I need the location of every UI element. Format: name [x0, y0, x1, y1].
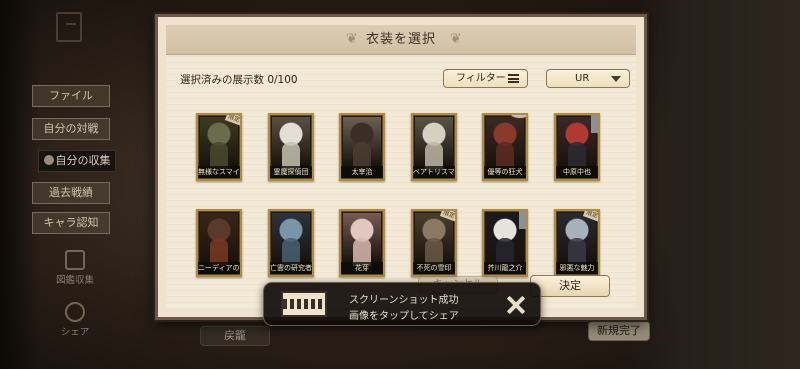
costume-card[interactable]: ベアトリスマリアンヌ	[411, 113, 457, 181]
costume-card[interactable]: 無様なスマイル限定	[196, 113, 242, 181]
close-icon[interactable]	[504, 293, 528, 317]
costume-card[interactable]: 霊魔探偵団	[268, 113, 314, 181]
book-icon	[65, 250, 85, 270]
background-back-button[interactable]: 戻籠	[200, 326, 270, 346]
costume-portrait	[272, 117, 310, 170]
display-count-label: 選択済みの展示数 0/100	[180, 74, 298, 86]
background-complete-button[interactable]: 新規完了	[588, 321, 650, 341]
costume-name: ニーディアの調査	[198, 262, 240, 274]
costume-name: ベアトリスマリアンヌ	[413, 166, 455, 178]
sidebar-item-my-matches[interactable]: 自分の対戦	[32, 118, 110, 140]
filter-button-label: フィルター	[456, 73, 506, 84]
chevron-down-icon	[611, 76, 621, 82]
costume-name: 無様なスマイル	[198, 166, 240, 178]
costume-portrait	[558, 213, 596, 266]
ribbon-badge-icon	[519, 211, 526, 229]
costume-name: 霊魔探偵団	[270, 166, 312, 178]
confirm-button[interactable]: 決定	[530, 275, 610, 297]
share-label: シェア	[60, 327, 90, 338]
filter-button[interactable]: フィルター	[443, 69, 528, 88]
costume-card[interactable]: 亡霊の研究者	[268, 209, 314, 277]
costume-portrait	[415, 213, 453, 266]
dialog-header: ❦ 衣装を選択 ❦	[166, 25, 636, 55]
background-right-panel	[630, 0, 800, 369]
costume-card[interactable]: 優等の狂犬	[482, 113, 528, 181]
costume-name: 不死の雪印	[413, 262, 455, 274]
list-icon	[508, 74, 519, 83]
costume-name: 亡霊の研究者	[270, 262, 312, 274]
costume-card[interactable]: ニーディアの調査	[196, 209, 242, 277]
screenshot-toast[interactable]: スクリーンショット成功 画像をタップしてシェア	[263, 282, 541, 326]
dialog-title: 衣装を選択	[365, 32, 436, 47]
screenshot-thumbnail[interactable]	[281, 291, 327, 317]
costume-name: 花芽	[341, 262, 383, 274]
sidebar-item-file[interactable]: ファイル	[32, 85, 110, 107]
share-tool[interactable]: シェア	[50, 302, 100, 338]
costume-portrait	[486, 117, 524, 170]
rarity-dropdown-value: UR	[575, 73, 590, 84]
costume-name: 優等の狂犬	[484, 166, 526, 178]
toast-hint: 画像をタップしてシェア	[349, 311, 459, 322]
costume-name: 太宰治	[341, 166, 383, 178]
costume-name: 芥川龍之介	[484, 262, 526, 274]
costume-card[interactable]: 不死の雪印 限定	[411, 209, 457, 277]
collection-book-label: 図鑑収集	[55, 275, 94, 286]
rarity-dropdown[interactable]: UR	[546, 69, 630, 88]
costume-card[interactable]: 太宰治	[339, 113, 385, 181]
costume-card[interactable]: 中原中也	[554, 113, 600, 181]
costume-portrait	[200, 213, 238, 266]
costume-card[interactable]: 芥川龍之介	[482, 209, 528, 277]
costume-portrait	[200, 117, 238, 170]
ribbon-badge-icon	[591, 115, 598, 133]
costume-name: 邪悪な魅力	[556, 262, 598, 274]
costume-card[interactable]: 花芽	[339, 209, 385, 277]
costume-card[interactable]: 邪悪な魅力 限定	[554, 209, 600, 277]
costume-portrait	[415, 117, 453, 170]
sidebar-item-character-recognition[interactable]: キャラ認知	[32, 212, 110, 234]
exit-door-icon[interactable]	[56, 12, 82, 42]
sidebar-item-my-collection-label: 自分の収集	[55, 154, 111, 167]
leaf-ornament-right-icon: ❦	[450, 31, 462, 47]
leaf-ornament-left-icon: ❦	[346, 31, 358, 47]
collection-icon	[43, 155, 54, 165]
costume-name: 中原中也	[556, 166, 598, 178]
sidebar-item-past-records[interactable]: 過去戦績	[32, 182, 110, 204]
share-icon	[65, 302, 85, 322]
sidebar-item-my-collection[interactable]: 自分の収集	[38, 150, 116, 172]
toast-message: スクリーンショット成功	[349, 295, 459, 306]
dialog-body: 選択済みの展示数 0/100 フィルター UR 無様なスマイル限定霊魔探偵団 太宰…	[166, 57, 636, 309]
costume-portrait	[272, 213, 310, 266]
costume-portrait	[343, 117, 381, 170]
costume-portrait	[343, 213, 381, 266]
collection-book-tool[interactable]: 図鑑収集	[50, 250, 100, 286]
